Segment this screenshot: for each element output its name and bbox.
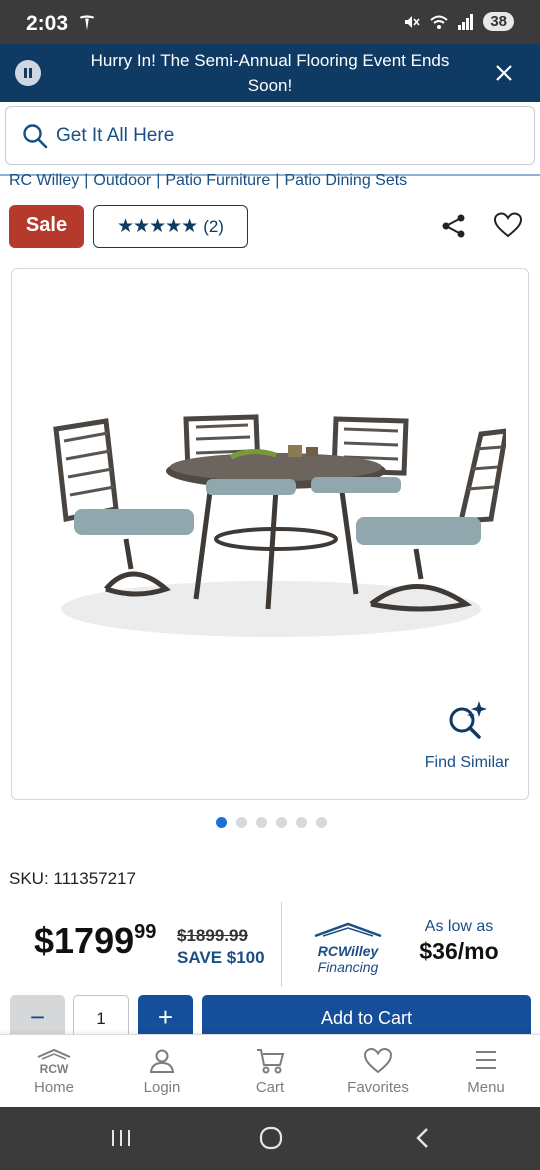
financing-logo[interactable]: RCWilley Financing [313,922,383,975]
product-image [53,414,506,637]
sparkle-search-icon [449,701,487,739]
carousel-dot[interactable] [235,817,247,828]
carousel-dot[interactable] [255,817,267,828]
search-placeholder: Get It All Here [56,125,175,146]
tab-cart[interactable]: Cart [216,1035,324,1108]
price-dollars: $1799 [34,920,135,961]
signal-icon [458,13,474,30]
battery-level: 38 [483,12,514,31]
carousel-dot[interactable] [315,817,327,828]
carousel-dot-active[interactable] [215,817,227,828]
cart-icon [257,1049,285,1074]
as-low-as-label: As low as [424,918,494,935]
heart-icon [363,1047,393,1074]
rcw-logo-text: RCW [40,1062,69,1076]
monthly-amount: $36/mo [419,938,499,964]
wifi-icon [430,15,448,29]
status-bar: 2:03 38 [0,0,540,44]
tab-label: Cart [255,1079,285,1096]
sku-label: SKU: 111357217 [9,869,136,888]
hamburger-icon [476,1051,496,1069]
tab-label: Favorites [347,1079,409,1096]
tab-label: Home [33,1079,74,1096]
breadcrumb: RC Willey | Outdoor | Patio Furniture | Patio … [9,172,408,189]
price-divider [281,902,282,987]
share-icon[interactable] [440,212,468,240]
find-similar-label: Find Similar [424,754,510,771]
price-cents: 99 [134,921,157,943]
sale-price: $179999 [34,920,156,962]
quantity-decrease-button[interactable]: − [10,995,65,1035]
tab-home[interactable]: RCW Home [0,1035,108,1108]
quantity-field[interactable]: 1 [73,995,129,1035]
system-navigation-bar [0,1107,540,1170]
clock: 2:03 [26,12,69,35]
close-icon[interactable] [494,63,514,83]
product-image-frame[interactable]: Find Similar [11,268,529,800]
rating-count: (2) [203,216,224,236]
sale-badge: Sale [9,205,84,248]
tesla-icon [79,15,95,31]
mute-icon [405,15,420,28]
promo-message[interactable]: Hurry In! The Semi-Annual Flooring Event… [70,48,470,98]
system-icons: 38 [403,12,514,31]
rating-stars: ★★★★★ [117,216,198,237]
rcw-home-icon: RCW [37,1048,71,1076]
carousel-dot[interactable] [295,817,307,828]
tab-menu[interactable]: Menu [432,1035,540,1108]
original-price: $1899.99 [177,926,248,945]
tab-login[interactable]: Login [108,1035,216,1108]
bottom-tab-bar: RCW Home Login Cart Favorites Menu [0,1034,540,1107]
favorite-heart-icon[interactable] [494,212,522,238]
person-icon [149,1049,175,1073]
breadcrumb-item[interactable]: Patio Furniture [165,172,270,189]
breadcrumb-item[interactable]: Patio Dining Sets [284,172,407,189]
monthly-payment[interactable]: As low as $36/mo [405,918,513,965]
savings-label: SAVE $100 [177,948,265,967]
recent-apps-icon[interactable] [110,1127,132,1149]
breadcrumb-item[interactable]: Outdoor [93,172,151,189]
house-roof-icon [314,922,382,938]
carousel-dot[interactable] [275,817,287,828]
breadcrumb-item[interactable]: RC Willey [9,172,79,189]
financing-brand: RCWilley [317,943,379,959]
financing-label: Financing [317,959,379,975]
pause-icon[interactable] [15,60,41,86]
tab-label: Login [143,1079,181,1096]
add-to-cart-row: − 1 + Add to Cart [0,995,540,1035]
tab-label: Menu [467,1079,505,1096]
back-icon[interactable] [412,1126,434,1150]
rating-button[interactable]: ★★★★★ (2) [93,205,248,248]
tab-favorites[interactable]: Favorites [324,1035,432,1108]
promo-banner: Hurry In! The Semi-Annual Flooring Event… [0,44,540,102]
image-carousel-dots [0,817,540,828]
price-section: $179999 $1899.99 SAVE $100 RCWilley Fina… [0,902,540,987]
home-button-icon[interactable] [258,1125,284,1151]
search-icon [23,124,48,149]
search-input[interactable]: Get It All Here [5,106,535,165]
find-similar-button[interactable]: Find Similar [412,699,522,772]
add-to-cart-button[interactable]: Add to Cart [202,995,531,1035]
quantity-increase-button[interactable]: + [138,995,193,1035]
